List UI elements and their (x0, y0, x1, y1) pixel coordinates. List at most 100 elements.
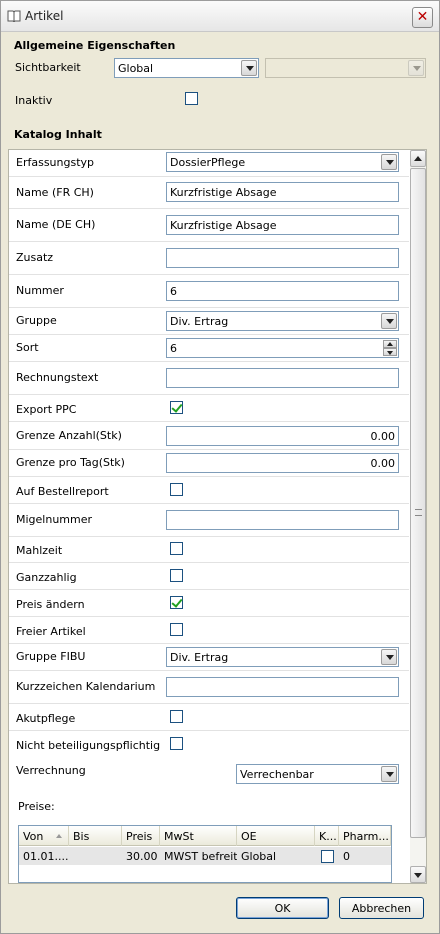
name-fr-input[interactable]: Kurzfristige Absage (166, 182, 399, 202)
title-bar: Artikel ✕ (1, 1, 439, 32)
akutpflege-checkbox[interactable] (170, 710, 183, 723)
column-header-pharm[interactable]: Pharm... (339, 826, 391, 846)
cell-pharm: 0 (343, 850, 350, 863)
preis-aendern-label: Preis ändern (16, 598, 85, 611)
column-header-bis[interactable]: Bis (69, 826, 122, 846)
gruppe-fibu-label: Gruppe FIBU (16, 650, 86, 663)
section-heading-general: Allgemeine Eigenschaften (14, 39, 176, 52)
row-divider (9, 476, 409, 477)
mahlzeit-label: Mahlzeit (16, 544, 63, 557)
sichtbarkeit-select[interactable]: Global (114, 58, 259, 78)
zusatz-input[interactable] (166, 248, 399, 268)
gruppe-value: Div. Ertrag (170, 315, 229, 328)
nicht-beteiligung-checkbox[interactable] (170, 737, 183, 750)
grenze-anzahl-input[interactable]: 0.00 (166, 426, 399, 446)
row-divider (9, 589, 409, 590)
row-divider (9, 616, 409, 617)
sichtbarkeit-value: Global (118, 62, 154, 75)
preise-table[interactable]: Von Bis Preis MwSt OE K... Pharm... 01.0… (18, 825, 392, 883)
close-icon: ✕ (416, 9, 429, 25)
chevron-down-icon (241, 60, 257, 76)
grenze-tag-input[interactable]: 0.00 (166, 453, 399, 473)
window-title: Artikel (25, 9, 64, 23)
freier-artikel-checkbox[interactable] (170, 623, 183, 636)
gruppe-fibu-value: Div. Ertrag (170, 651, 229, 664)
row-divider (9, 449, 409, 450)
grenze-anzahl-label: Grenze Anzahl(Stk) (16, 429, 122, 442)
cancel-button[interactable]: Abbrechen (339, 897, 424, 919)
column-header-mwst[interactable]: MwSt (160, 826, 237, 846)
row-divider (9, 208, 409, 209)
gruppe-select[interactable]: Div. Ertrag (166, 311, 399, 331)
ok-button[interactable]: OK (236, 897, 329, 919)
sichtbarkeit-label: Sichtbarkeit (15, 61, 81, 74)
secondary-select (265, 58, 426, 78)
row-divider (9, 643, 409, 644)
gruppe-fibu-select[interactable]: Div. Ertrag (166, 647, 399, 667)
column-header-preis[interactable]: Preis (122, 826, 160, 846)
row-divider (9, 176, 409, 177)
sort-value: 6 (170, 342, 177, 355)
vertical-scrollbar[interactable] (410, 150, 426, 883)
preise-label: Preise: (18, 800, 55, 813)
row-divider (9, 562, 409, 563)
row-divider (9, 361, 409, 362)
row-divider (9, 703, 409, 704)
row-divider (9, 394, 409, 395)
row-divider (9, 536, 409, 537)
akutpflege-label: Akutpflege (16, 712, 76, 725)
cell-mwst: MWST befreit (164, 850, 237, 863)
migelnummer-input[interactable] (166, 510, 399, 530)
column-header-von[interactable]: Von (19, 826, 69, 846)
sort-label: Sort (16, 341, 39, 354)
verrechnung-select[interactable]: Verrechenbar (236, 764, 399, 784)
name-fr-label: Name (FR CH) (16, 186, 94, 199)
verrechnung-value: Verrechenbar (240, 768, 314, 781)
chevron-down-icon (381, 154, 397, 170)
name-de-label: Name (DE CH) (16, 218, 96, 231)
name-de-input[interactable]: Kurzfristige Absage (166, 215, 399, 235)
nummer-input[interactable]: 6 (166, 281, 399, 301)
erfassungstyp-value: DossierPflege (170, 156, 246, 169)
erfassungstyp-select[interactable]: DossierPflege (166, 152, 399, 172)
book-icon (7, 10, 21, 22)
kurzzeichen-input[interactable] (166, 677, 399, 697)
column-header-k[interactable]: K... (315, 826, 339, 846)
cell-von: 01.01.... (23, 850, 69, 863)
chevron-down-icon (381, 766, 397, 782)
column-header-oe[interactable]: OE (237, 826, 315, 846)
mahlzeit-checkbox[interactable] (170, 542, 183, 555)
rechnungstext-input[interactable] (166, 368, 399, 388)
sort-stepper[interactable]: 6 (166, 338, 399, 358)
export-ppc-checkbox[interactable] (170, 401, 183, 414)
chevron-down-icon (408, 60, 424, 76)
spin-arrows-icon[interactable] (383, 340, 397, 356)
scroll-thumb[interactable] (410, 168, 426, 838)
row-divider (9, 670, 409, 671)
cell-bis (69, 847, 122, 865)
inaktiv-checkbox[interactable] (185, 92, 198, 105)
section-heading-katalog: Katalog Inhalt (14, 128, 102, 141)
cell-preis: 30.00 (126, 850, 158, 863)
auf-bestellreport-label: Auf Bestellreport (16, 485, 109, 498)
row-divider (9, 307, 409, 308)
artikel-dialog: Artikel ✕ Allgemeine Eigenschaften Sicht… (0, 0, 440, 934)
table-row[interactable]: 01.01.... 30.00 MWST befreit Global 0 (19, 847, 391, 865)
kurzzeichen-label: Kurzzeichen Kalendarium (16, 680, 156, 693)
scroll-up-icon[interactable] (410, 150, 426, 167)
export-ppc-label: Export PPC (16, 403, 77, 416)
close-button[interactable]: ✕ (412, 7, 433, 28)
zusatz-label: Zusatz (16, 251, 54, 264)
auf-bestellreport-checkbox[interactable] (170, 483, 183, 496)
preis-aendern-checkbox[interactable] (170, 596, 183, 609)
row-divider (9, 241, 409, 242)
cell-k-checkbox[interactable] (321, 850, 334, 863)
table-header: Von Bis Preis MwSt OE K... Pharm... (19, 826, 391, 846)
scroll-down-icon[interactable] (410, 866, 426, 883)
erfassungstyp-label: Erfassungstyp (16, 156, 95, 169)
ganzzahlig-checkbox[interactable] (170, 569, 183, 582)
grenze-tag-label: Grenze pro Tag(Stk) (16, 456, 125, 469)
verrechnung-label: Verrechnung (16, 764, 86, 777)
gruppe-label: Gruppe (16, 314, 57, 327)
row-divider (9, 421, 409, 422)
